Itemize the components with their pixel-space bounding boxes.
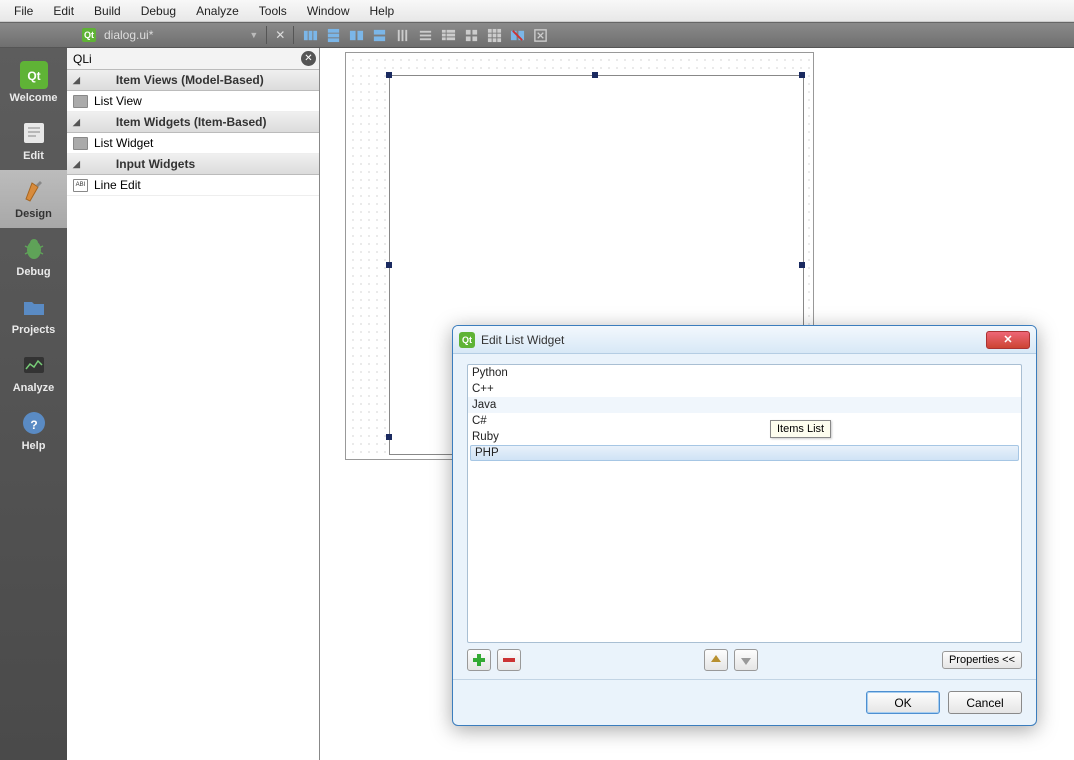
mode-sidebar: Qt Welcome Edit Design Debug Projects An… (0, 48, 67, 760)
widget-list-widget[interactable]: List Widget (67, 133, 319, 154)
mode-design[interactable]: Design (0, 170, 67, 228)
menu-analyze[interactable]: Analyze (186, 2, 249, 20)
design-icon (19, 176, 49, 206)
list-item[interactable]: C++ (468, 381, 1021, 397)
mode-help[interactable]: ? Help (0, 402, 67, 460)
selection-handle-nw[interactable] (386, 72, 392, 78)
line-edit-icon: ABI (73, 179, 88, 192)
mode-projects[interactable]: Projects (0, 286, 67, 344)
items-list[interactable]: Python C++ Java C# Ruby PHP Items List (467, 364, 1022, 643)
mode-debug-label: Debug (16, 266, 50, 278)
list-item[interactable]: Python (468, 365, 1021, 381)
layout-vsplit-icon[interactable] (371, 27, 388, 44)
add-item-button[interactable] (467, 649, 491, 671)
menu-window[interactable]: Window (297, 2, 360, 20)
dialog-body: Python C++ Java C# Ruby PHP Items List P… (453, 354, 1036, 679)
qt-logo-icon: Qt (19, 60, 49, 90)
file-dropdown-icon[interactable]: ▼ (249, 30, 258, 40)
adjust-size-icon[interactable] (532, 27, 549, 44)
move-up-button[interactable] (704, 649, 728, 671)
category-input-widgets[interactable]: ◢Input Widgets (67, 154, 319, 175)
selection-handle-e[interactable] (799, 262, 805, 268)
category-item-widgets[interactable]: ◢Item Widgets (Item-Based) (67, 112, 319, 133)
dialog-qt-icon: Qt (459, 332, 475, 348)
qt-file-icon: Qt (82, 28, 96, 42)
layout-hsplit-icon[interactable] (348, 27, 365, 44)
layout-grid-icon[interactable] (486, 27, 503, 44)
list-widget-icon (73, 137, 88, 150)
selection-handle-w[interactable] (386, 262, 392, 268)
file-name-label[interactable]: dialog.ui* (104, 28, 153, 42)
items-list-tooltip: Items List (770, 420, 831, 438)
menu-debug[interactable]: Debug (131, 2, 186, 20)
selection-handle-sw[interactable] (386, 434, 392, 440)
menu-file[interactable]: File (4, 2, 43, 20)
mode-debug[interactable]: Debug (0, 228, 67, 286)
svg-text:?: ? (30, 418, 37, 432)
menu-tools[interactable]: Tools (249, 2, 297, 20)
mode-welcome[interactable]: Qt Welcome (0, 54, 67, 112)
list-view-icon (73, 95, 88, 108)
mode-analyze-label: Analyze (13, 382, 55, 394)
dialog-titlebar[interactable]: Qt Edit List Widget ✕ (453, 326, 1036, 354)
close-file-icon[interactable]: ✕ (275, 28, 285, 42)
selection-handle-n[interactable] (592, 72, 598, 78)
layout-form-icon[interactable] (440, 27, 457, 44)
mode-edit-label: Edit (23, 150, 44, 162)
list-item[interactable]: Ruby (468, 429, 1021, 445)
dialog-close-button[interactable]: ✕ (986, 331, 1030, 349)
menu-build[interactable]: Build (84, 2, 131, 20)
widget-filter-input[interactable] (67, 48, 319, 69)
help-icon: ? (19, 408, 49, 438)
mode-projects-label: Projects (12, 324, 55, 336)
mode-analyze[interactable]: Analyze (0, 344, 67, 402)
cancel-button[interactable]: Cancel (948, 691, 1022, 714)
menu-help[interactable]: Help (360, 2, 405, 20)
widget-filter-box: ✕ (67, 48, 319, 70)
bug-icon (19, 234, 49, 264)
break-layout-icon[interactable] (509, 27, 526, 44)
widget-list-view-label: List View (94, 94, 142, 108)
edit-list-widget-dialog: Qt Edit List Widget ✕ Python C++ Java C#… (452, 325, 1037, 726)
mode-design-label: Design (15, 208, 52, 220)
widget-list-view[interactable]: List View (67, 91, 319, 112)
list-item-selected[interactable]: PHP (470, 445, 1019, 461)
widget-box-panel: ✕ ◢Item Views (Model-Based) List View ◢I… (67, 48, 320, 760)
category-item-widgets-label: Item Widgets (Item-Based) (116, 115, 267, 129)
toolbar: Qt dialog.ui* ▼ ✕ (0, 22, 1074, 48)
category-input-widgets-label: Input Widgets (116, 157, 195, 171)
layout-grid2-icon[interactable] (463, 27, 480, 44)
category-item-views-label: Item Views (Model-Based) (116, 73, 264, 87)
list-item[interactable]: C# (468, 413, 1021, 429)
properties-toggle-button[interactable]: Properties << (942, 651, 1022, 669)
svg-text:Qt: Qt (27, 69, 40, 83)
list-item[interactable]: Java (468, 397, 1021, 413)
dialog-title-text: Edit List Widget (481, 333, 986, 347)
mode-edit[interactable]: Edit (0, 112, 67, 170)
widget-line-edit-label: Line Edit (94, 178, 141, 192)
folder-icon (19, 292, 49, 322)
category-item-views[interactable]: ◢Item Views (Model-Based) (67, 70, 319, 91)
widget-line-edit[interactable]: ABI Line Edit (67, 175, 319, 196)
mode-welcome-label: Welcome (9, 92, 57, 104)
remove-item-button[interactable] (497, 649, 521, 671)
layout-h-icon[interactable] (302, 27, 319, 44)
dialog-footer: OK Cancel (453, 679, 1036, 725)
mode-help-label: Help (22, 440, 46, 452)
selection-handle-ne[interactable] (799, 72, 805, 78)
layout-horz-lines-icon[interactable] (417, 27, 434, 44)
menu-edit[interactable]: Edit (43, 2, 84, 20)
widget-list-widget-label: List Widget (94, 136, 153, 150)
layout-vert-lines-icon[interactable] (394, 27, 411, 44)
ok-button[interactable]: OK (866, 691, 940, 714)
layout-v-icon[interactable] (325, 27, 342, 44)
edit-icon (19, 118, 49, 148)
clear-filter-icon[interactable]: ✕ (301, 51, 316, 66)
dialog-tool-row: Properties << (467, 643, 1022, 671)
menu-bar: File Edit Build Debug Analyze Tools Wind… (0, 0, 1074, 22)
analyze-icon (19, 350, 49, 380)
move-down-button[interactable] (734, 649, 758, 671)
